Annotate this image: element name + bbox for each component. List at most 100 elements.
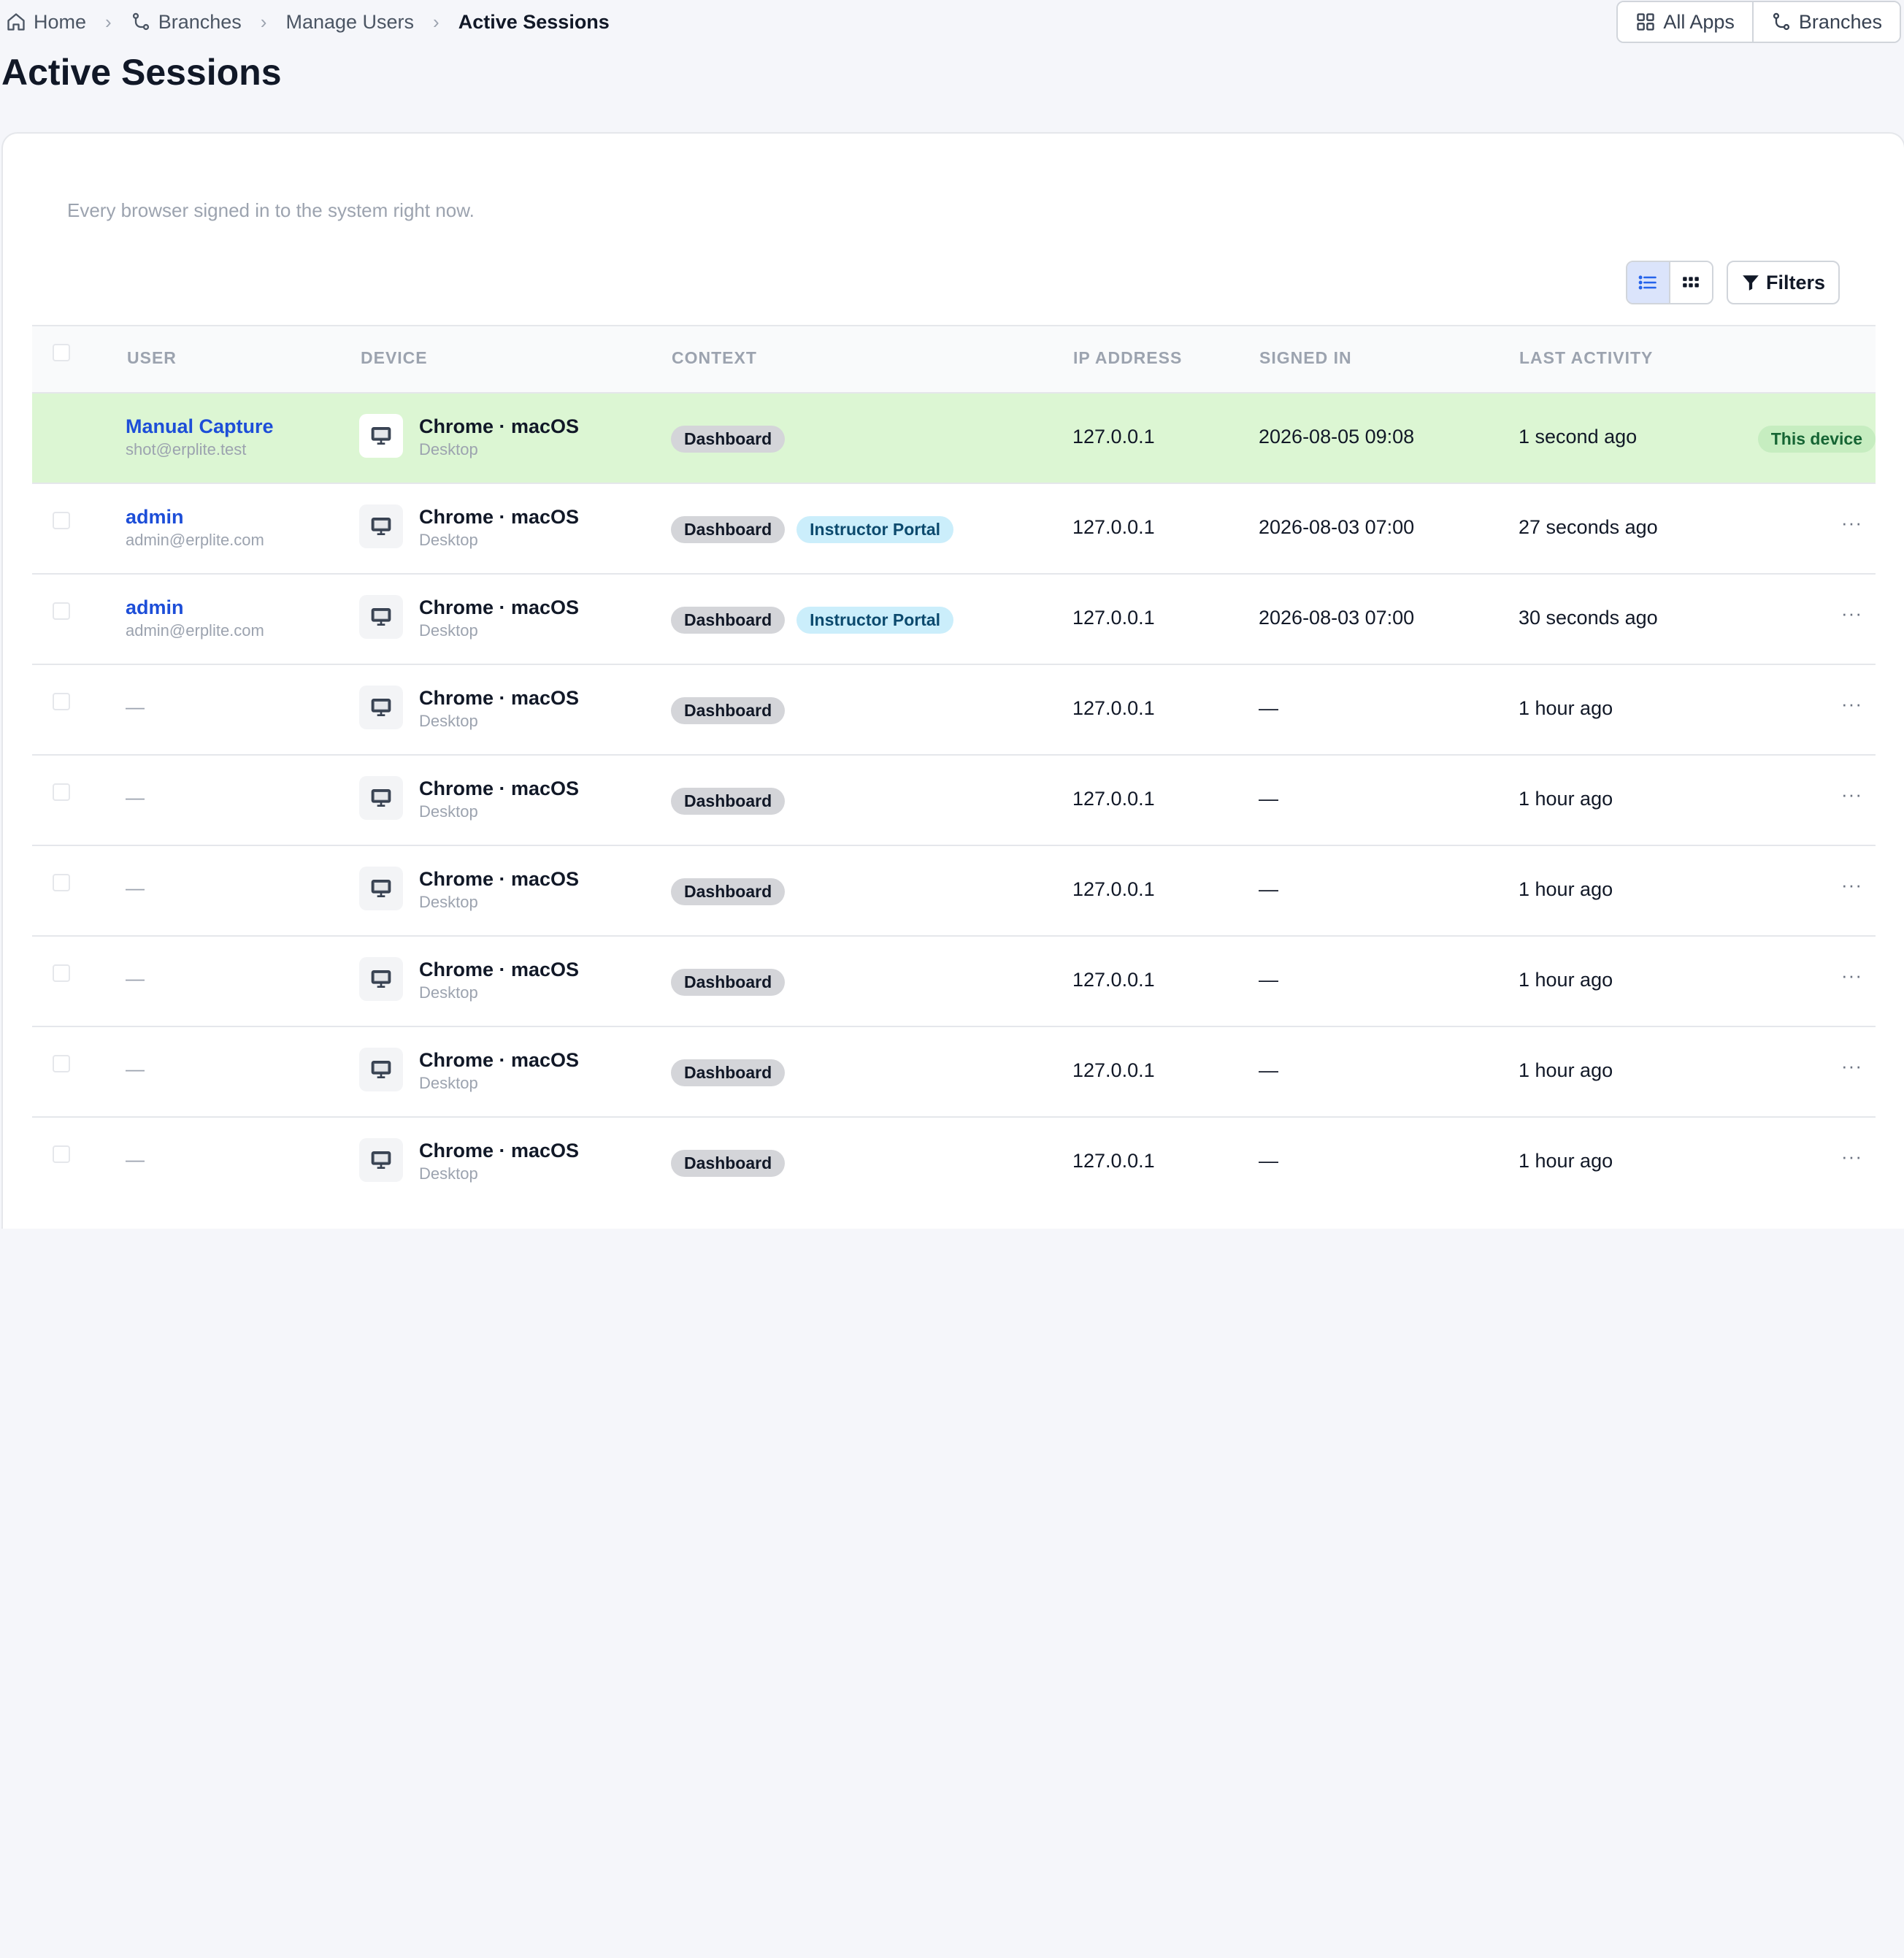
- signed-in-time: —: [1259, 878, 1278, 900]
- branches-label: Branches: [1798, 10, 1882, 33]
- sessions-table: USER DEVICE CONTEXT IP ADDRESS SIGNED IN…: [32, 325, 1876, 1207]
- last-activity: 30 seconds ago: [1519, 607, 1658, 629]
- row-actions-button[interactable]: ···: [1841, 1145, 1862, 1168]
- ip-address: 127.0.0.1: [1072, 788, 1155, 810]
- table-row[interactable]: — Chrome · macOS Desktop Dashboard 127.0.0.1…: [32, 754, 1876, 845]
- user-empty: —: [126, 967, 145, 989]
- last-activity: 1 hour ago: [1519, 697, 1613, 719]
- last-activity: 1 hour ago: [1519, 1059, 1613, 1081]
- table-row[interactable]: — Chrome · macOS Desktop Dashboard 127.0.0.1…: [32, 1026, 1876, 1116]
- list-view-button[interactable]: [1627, 262, 1669, 303]
- filters-button[interactable]: Filters: [1726, 261, 1840, 304]
- signed-in-time: —: [1259, 969, 1278, 991]
- user-empty: —: [126, 696, 145, 718]
- row-checkbox[interactable]: [53, 1055, 70, 1072]
- context-tag: Dashboard: [671, 1150, 786, 1177]
- ip-address: 127.0.0.1: [1072, 969, 1155, 991]
- breadcrumb-branches[interactable]: Branches: [131, 11, 242, 34]
- branch-icon: [1771, 12, 1792, 32]
- desktop-icon: [359, 595, 403, 639]
- column-header-signed-in[interactable]: SIGNED IN: [1259, 348, 1352, 368]
- device-name: Chrome · macOS: [419, 596, 580, 618]
- all-apps-label: All Apps: [1663, 10, 1735, 33]
- select-all-checkbox[interactable]: [53, 344, 70, 361]
- context-tags: Dashboard: [671, 1059, 786, 1086]
- device-type: Desktop: [419, 621, 478, 640]
- column-header-context[interactable]: CONTEXT: [672, 348, 757, 368]
- ip-address: 127.0.0.1: [1072, 426, 1155, 448]
- user-name-link[interactable]: admin: [126, 596, 184, 619]
- context-tags: Dashboard: [671, 878, 786, 905]
- column-header-device[interactable]: DEVICE: [361, 348, 428, 368]
- grid-icon: [1635, 12, 1656, 32]
- row-checkbox[interactable]: [53, 693, 70, 710]
- table-row[interactable]: — Chrome · macOS Desktop Dashboard 127.0.0.1…: [32, 935, 1876, 1026]
- view-toggle: [1625, 261, 1713, 304]
- row-actions-button[interactable]: ···: [1841, 1055, 1862, 1078]
- row-checkbox[interactable]: [53, 1145, 70, 1163]
- table-row[interactable]: — Chrome · macOS Desktop Dashboard 127.0.0.1…: [32, 664, 1876, 754]
- table-row[interactable]: admin admin@erplite.com Chrome · macOS Desk…: [32, 573, 1876, 664]
- signed-in-time: —: [1259, 697, 1278, 719]
- context-tag: Instructor Portal: [796, 516, 954, 543]
- table-row[interactable]: — Chrome · macOS Desktop Dashboard 127.0.0.1…: [32, 1116, 1876, 1207]
- column-header-ip[interactable]: IP ADDRESS: [1073, 348, 1182, 368]
- last-activity: 1 second ago: [1519, 426, 1638, 448]
- breadcrumb-home[interactable]: Home: [6, 11, 86, 34]
- table-row[interactable]: admin admin@erplite.com Chrome · macOS Desk…: [32, 483, 1876, 573]
- context-tags: Dashboard Instructor Portal: [671, 516, 954, 543]
- signed-in-time: —: [1259, 1059, 1278, 1081]
- row-checkbox[interactable]: [53, 512, 70, 529]
- device-name: Chrome · macOS: [419, 778, 580, 799]
- context-tags: Dashboard: [671, 969, 786, 996]
- row-checkbox[interactable]: [53, 783, 70, 801]
- row-checkbox[interactable]: [53, 964, 70, 982]
- row-actions-button[interactable]: ···: [1841, 512, 1862, 534]
- ip-address: 127.0.0.1: [1072, 1059, 1155, 1081]
- signed-in-time: —: [1259, 788, 1278, 810]
- grid-view-button[interactable]: [1668, 262, 1712, 303]
- table-header: USER DEVICE CONTEXT IP ADDRESS SIGNED IN…: [32, 325, 1876, 392]
- context-tags: Dashboard: [671, 697, 786, 724]
- row-actions-button[interactable]: ···: [1841, 693, 1862, 715]
- table-body: Manual Capture shot@erplite.test Chrome · …: [32, 392, 1876, 1207]
- list-view-icon: [1639, 275, 1657, 290]
- row-actions-button[interactable]: ···: [1841, 783, 1862, 806]
- row-checkbox[interactable]: [53, 874, 70, 891]
- device-name: Chrome · macOS: [419, 959, 580, 980]
- context-tag: Dashboard: [671, 516, 786, 543]
- column-header-user[interactable]: USER: [127, 348, 177, 368]
- user-email: admin@erplite.com: [126, 621, 264, 640]
- device-type: Desktop: [419, 893, 478, 911]
- row-actions-button[interactable]: ···: [1841, 964, 1862, 987]
- table-row[interactable]: — Chrome · macOS Desktop Dashboard 127.0.0.1…: [32, 845, 1876, 935]
- desktop-icon: [359, 686, 403, 729]
- column-header-last-activity[interactable]: LAST ACTIVITY: [1519, 348, 1653, 368]
- branches-button[interactable]: Branches: [1751, 2, 1900, 42]
- user-name-link[interactable]: admin: [126, 506, 184, 529]
- page-title: Active Sessions: [1, 52, 282, 93]
- device-name: Chrome · macOS: [419, 687, 580, 709]
- table-row[interactable]: Manual Capture shot@erplite.test Chrome · …: [32, 392, 1876, 483]
- desktop-icon: [359, 867, 403, 910]
- ip-address: 127.0.0.1: [1072, 1150, 1155, 1172]
- table-toolbar: Filters: [1625, 261, 1840, 304]
- user-email: admin@erplite.com: [126, 531, 264, 549]
- context-tag: Dashboard: [671, 969, 786, 996]
- row-checkbox[interactable]: [53, 602, 70, 620]
- device-name: Chrome · macOS: [419, 506, 580, 528]
- breadcrumb-separator: ›: [433, 10, 439, 33]
- user-name-link[interactable]: Manual Capture: [126, 415, 274, 438]
- breadcrumb-current: Active Sessions: [458, 10, 610, 33]
- breadcrumb-manage-users[interactable]: Manage Users: [285, 11, 414, 34]
- home-icon: [6, 12, 26, 32]
- user-empty: —: [126, 1058, 145, 1080]
- device-name: Chrome · macOS: [419, 868, 580, 890]
- device-type: Desktop: [419, 802, 478, 821]
- all-apps-button[interactable]: All Apps: [1618, 2, 1752, 42]
- last-activity: 1 hour ago: [1519, 788, 1613, 810]
- context-tag: Instructor Portal: [796, 607, 954, 634]
- row-actions-button[interactable]: ···: [1841, 602, 1862, 625]
- breadcrumb-manage-users-label: Manage Users: [285, 10, 415, 33]
- row-actions-button[interactable]: ···: [1841, 874, 1862, 897]
